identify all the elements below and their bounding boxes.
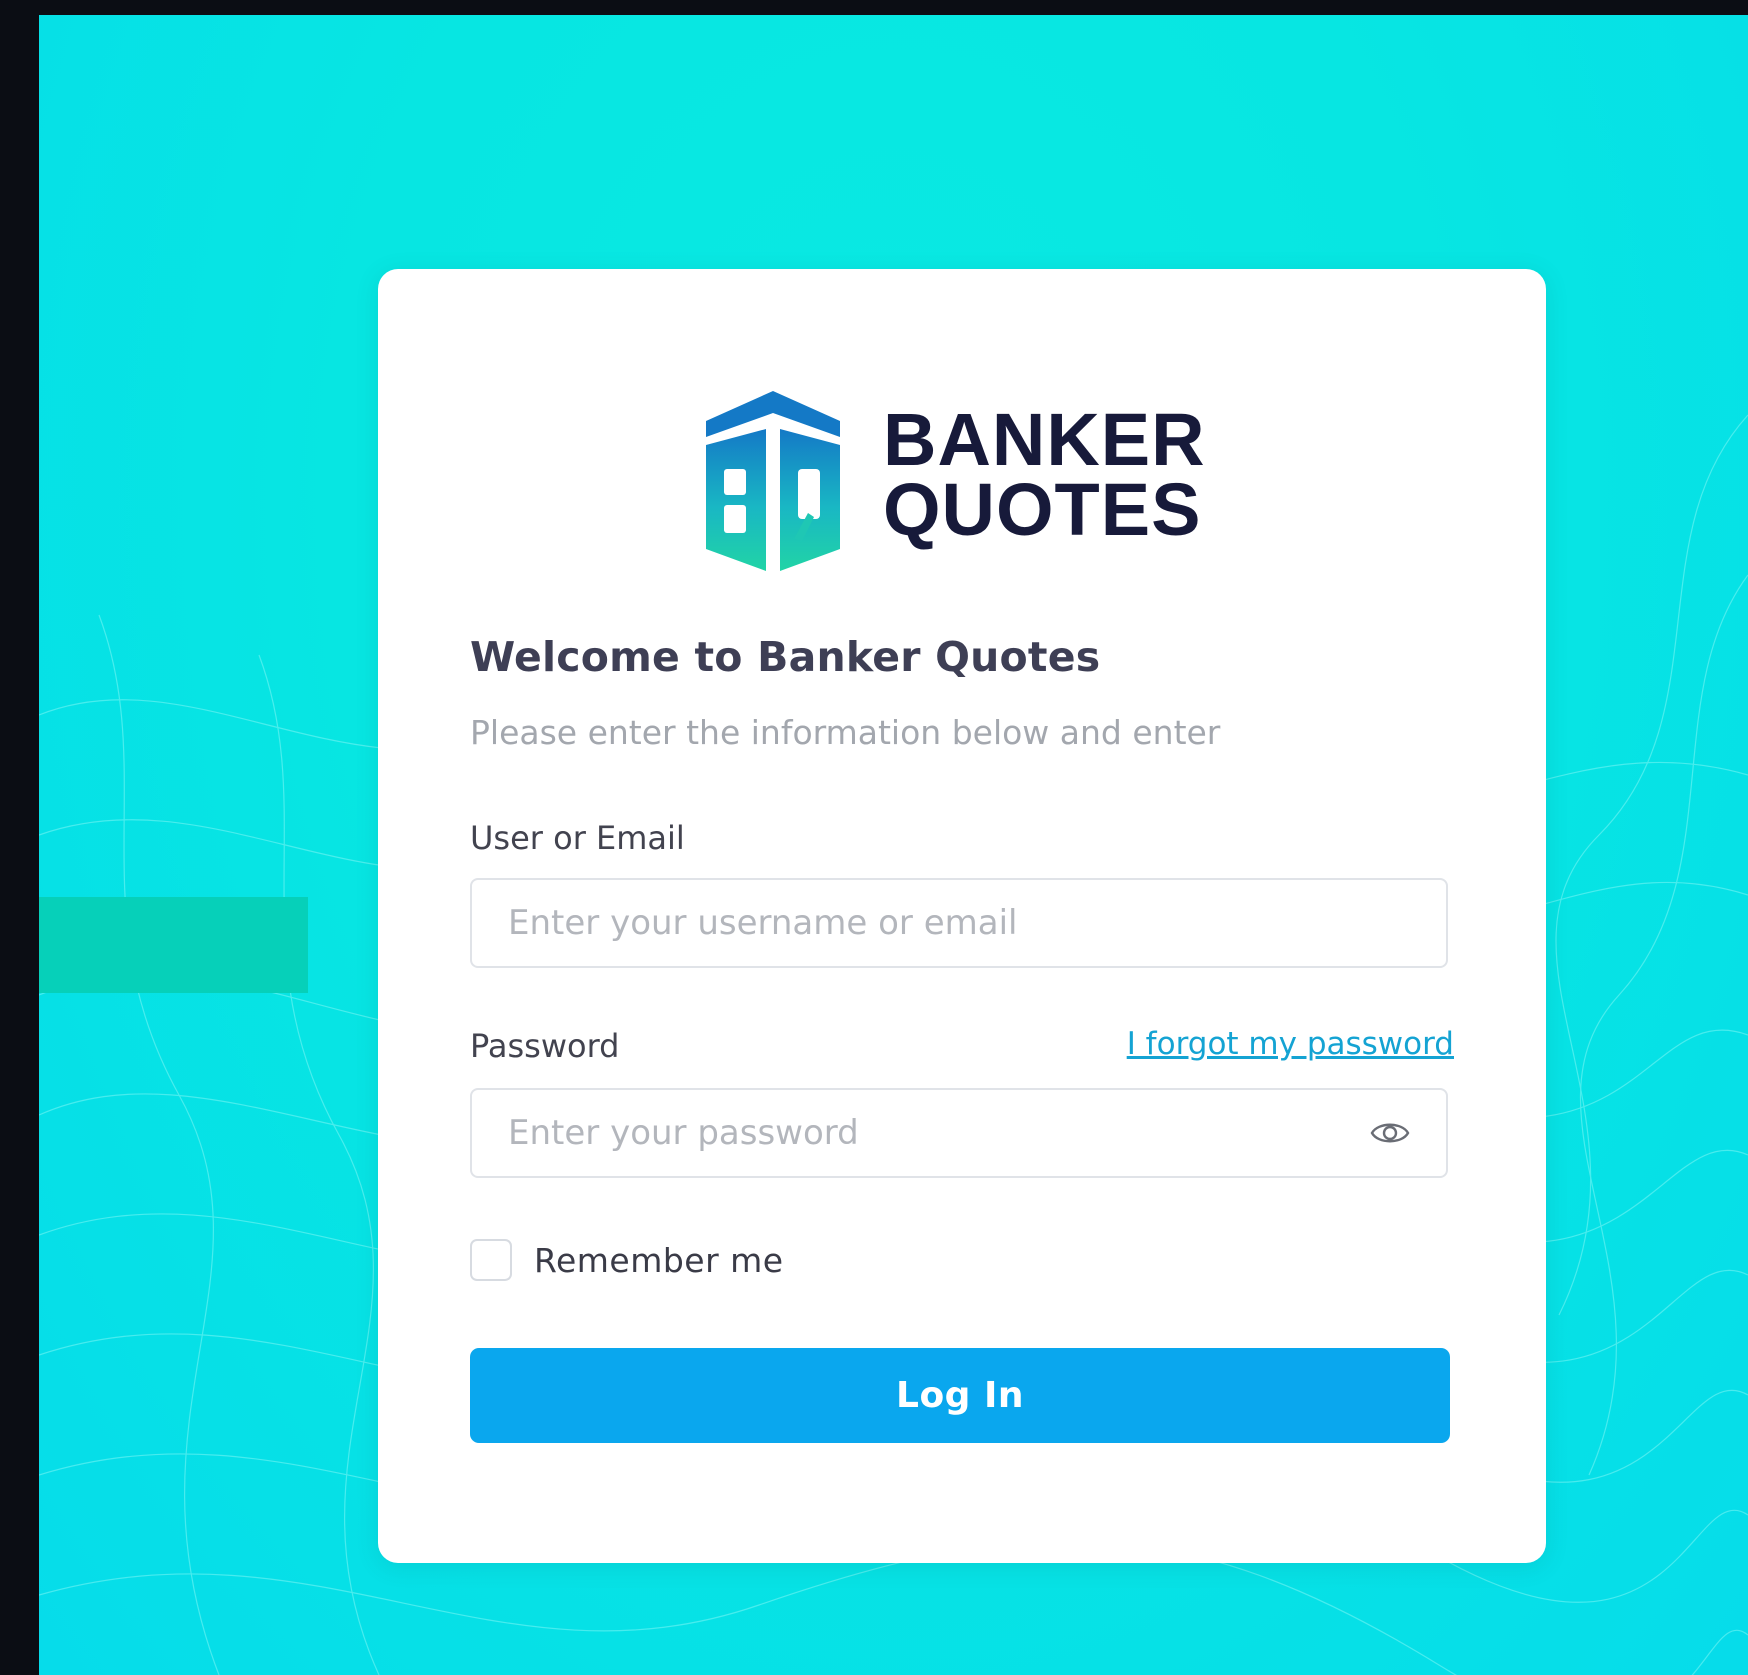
forgot-password-link[interactable]: I forgot my password [1127,1026,1454,1062]
password-input[interactable] [470,1088,1448,1178]
brand-name-line2: QUOTES [883,468,1202,551]
password-label: Password [470,1027,620,1065]
login-button[interactable]: Log In [470,1348,1450,1443]
welcome-subtitle: Please enter the information below and e… [470,713,1221,752]
user-email-input[interactable] [470,878,1448,968]
banker-quotes-logo-icon [706,391,840,571]
remember-me-row: Remember me [470,1237,784,1283]
remember-me-checkbox[interactable] [470,1239,512,1281]
eye-icon[interactable] [1370,1115,1410,1151]
brand-logo: BANKER QUOTES [698,391,1238,571]
login-page-background: BANKER QUOTES Welcome to Banker Quotes P… [39,15,1748,1675]
brand-name-line1: BANKER [883,398,1206,481]
login-card: BANKER QUOTES Welcome to Banker Quotes P… [378,269,1546,1563]
user-email-label: User or Email [470,819,685,857]
side-accent-bar [39,897,308,993]
remember-me-label[interactable]: Remember me [534,1241,784,1280]
welcome-heading: Welcome to Banker Quotes [470,633,1101,681]
brand-name: BANKER QUOTES [883,398,1206,551]
